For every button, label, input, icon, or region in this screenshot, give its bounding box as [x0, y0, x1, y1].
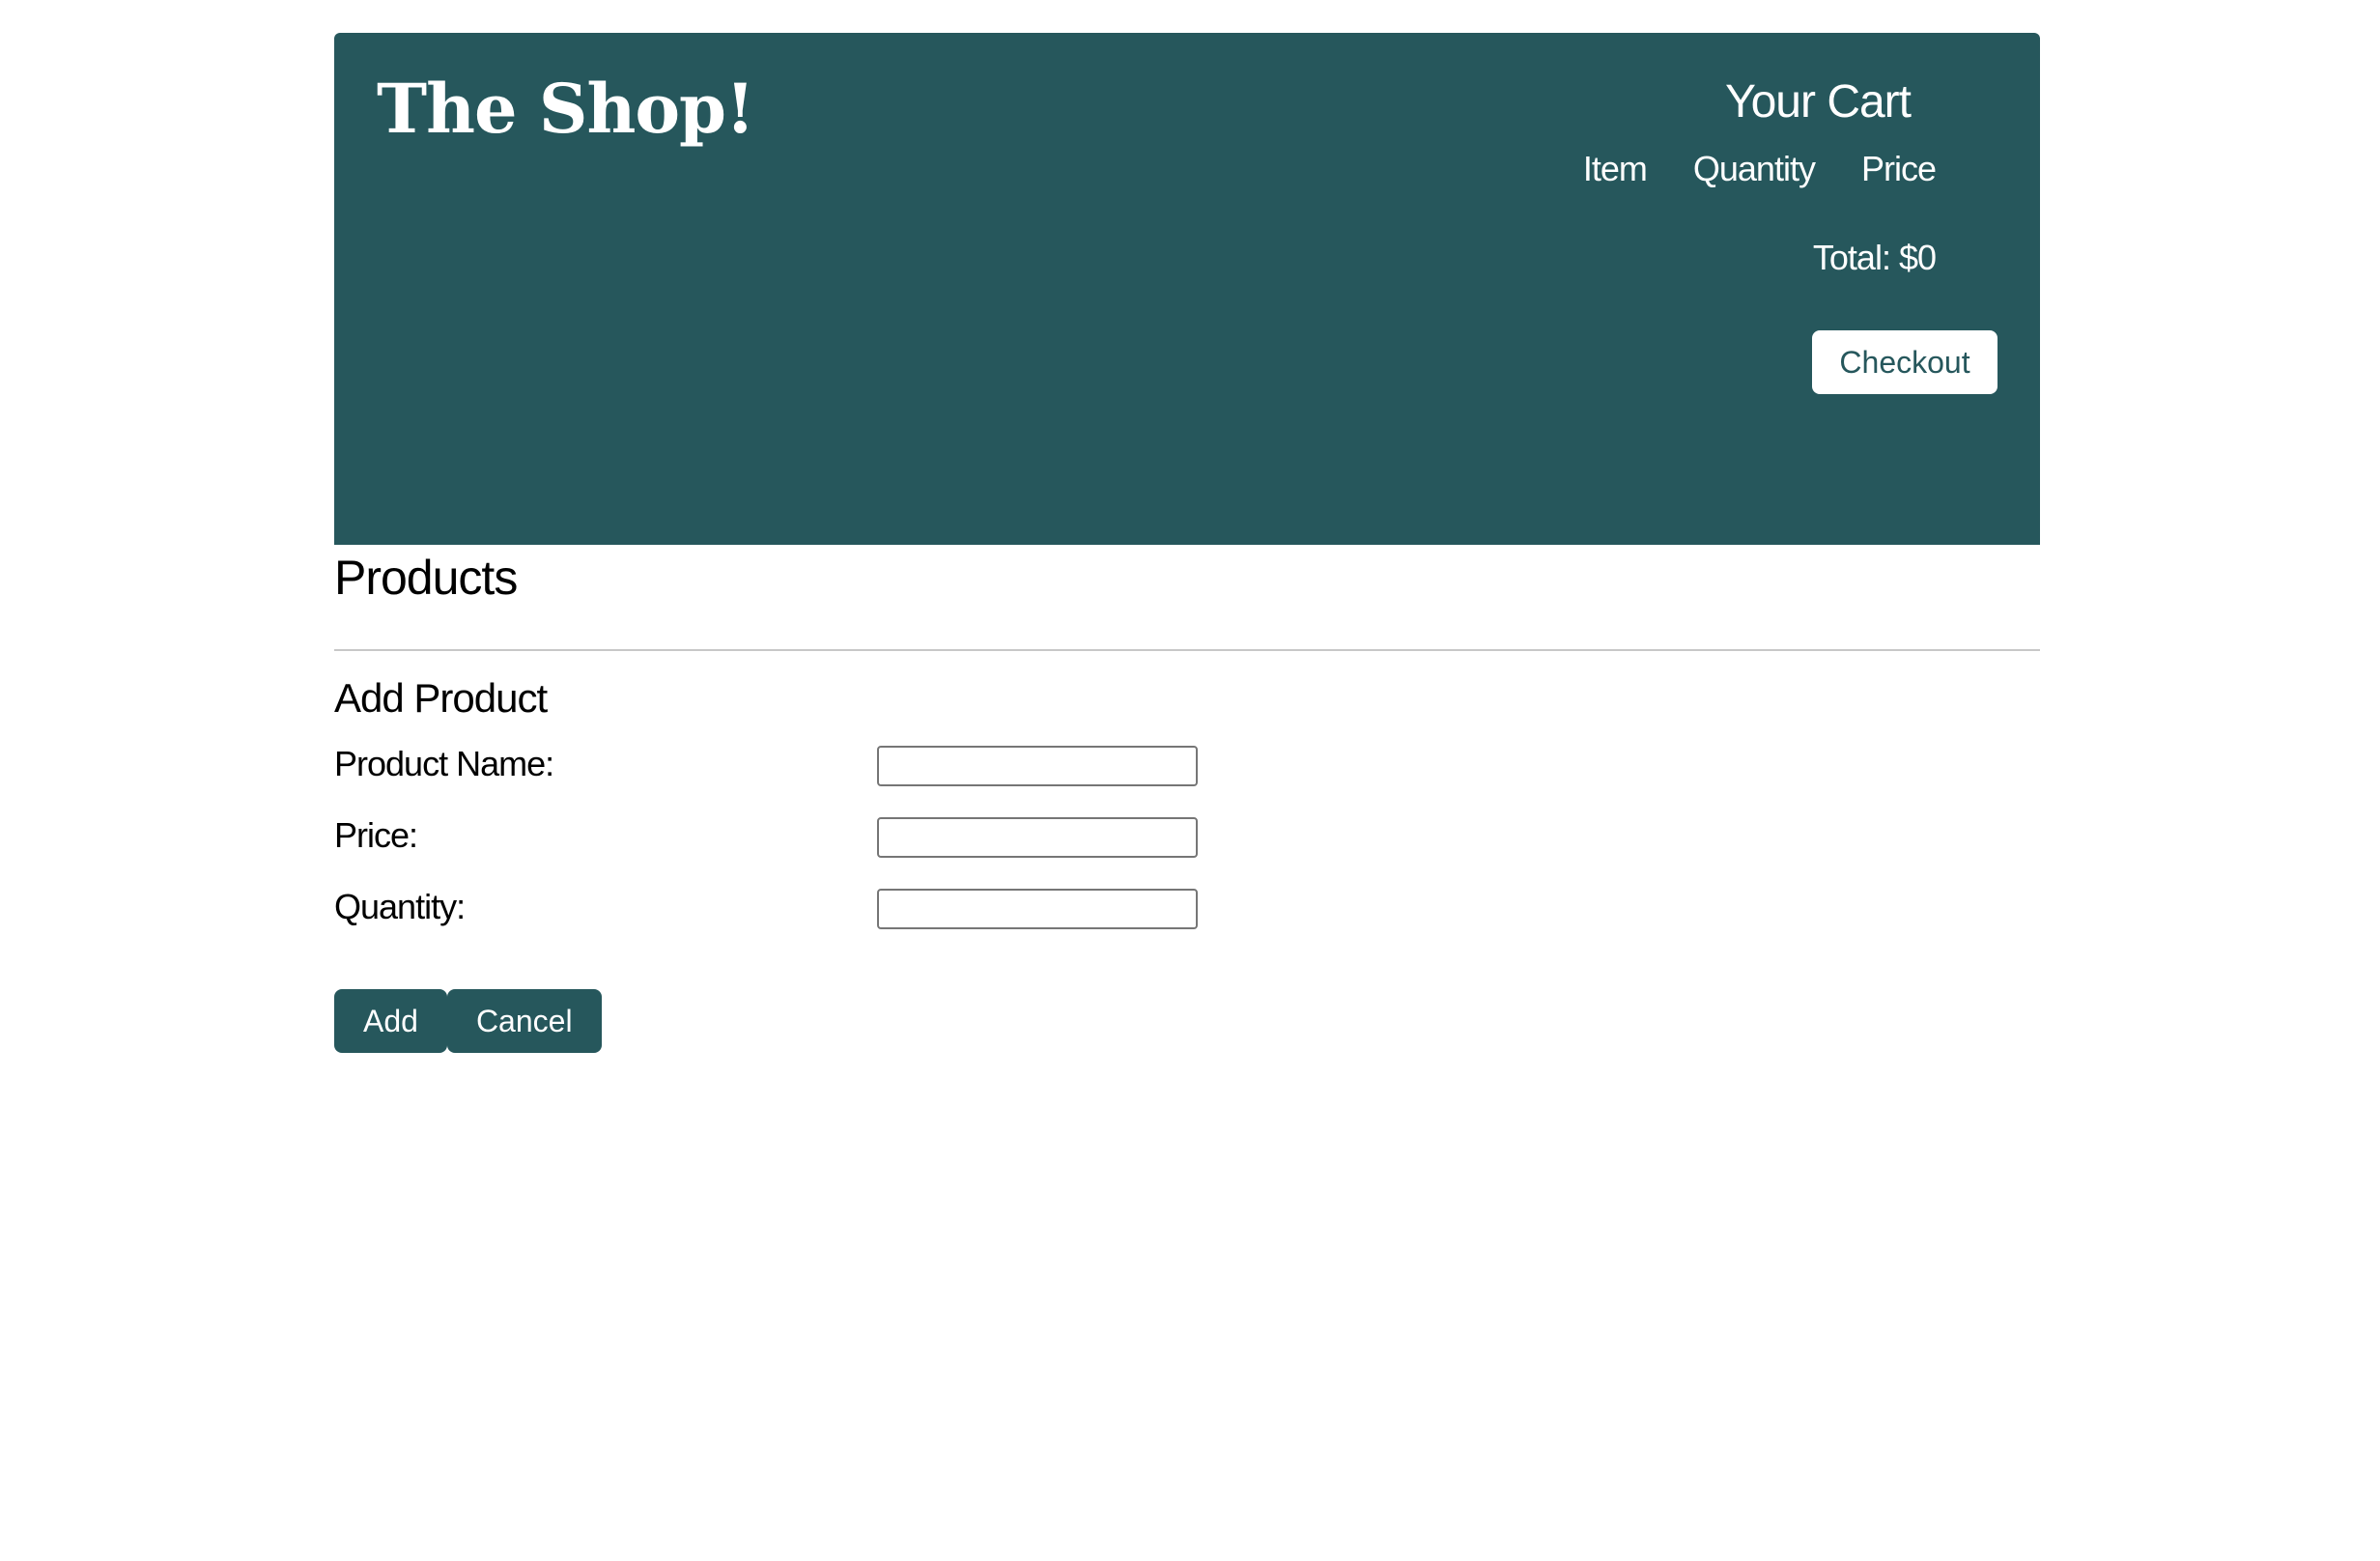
- main-content: Products Add Product Product Name: Price…: [334, 545, 2040, 1053]
- product-name-label: Product Name:: [334, 744, 554, 783]
- cancel-button[interactable]: Cancel: [446, 989, 602, 1053]
- section-divider: [334, 649, 2040, 651]
- add-button[interactable]: Add: [334, 989, 447, 1053]
- checkout-button[interactable]: Checkout: [1812, 330, 1998, 394]
- cart-total: Total: $0: [1812, 238, 1937, 277]
- cart-title: Your Cart: [1725, 76, 1912, 128]
- price-label: Price:: [334, 815, 418, 855]
- quantity-input[interactable]: [877, 889, 1198, 929]
- shop-logo: The Shop!: [377, 69, 755, 149]
- product-name-row: Product Name:: [334, 738, 2040, 800]
- form-actions: Add Cancel: [334, 989, 2040, 1053]
- cart-column-item: Item: [1582, 149, 1648, 188]
- cart-column-quantity: Quantity: [1692, 149, 1816, 188]
- page-container: The Shop! Your Cart Item Quantity Price …: [334, 33, 2040, 1053]
- add-product-form: Add Product Product Name: Price: Quantit…: [334, 672, 2040, 1053]
- cart-column-headers: Item Quantity Price: [1582, 149, 1937, 189]
- add-product-heading: Add Product: [334, 675, 548, 721]
- quantity-label: Quantity:: [334, 887, 466, 926]
- price-input[interactable]: [877, 817, 1198, 858]
- products-heading: Products: [334, 551, 518, 605]
- quantity-row: Quantity:: [334, 881, 2040, 943]
- price-row: Price:: [334, 809, 2040, 871]
- product-name-input[interactable]: [877, 746, 1198, 786]
- site-header: The Shop! Your Cart Item Quantity Price …: [334, 33, 2040, 545]
- cart-column-price: Price: [1860, 149, 1937, 188]
